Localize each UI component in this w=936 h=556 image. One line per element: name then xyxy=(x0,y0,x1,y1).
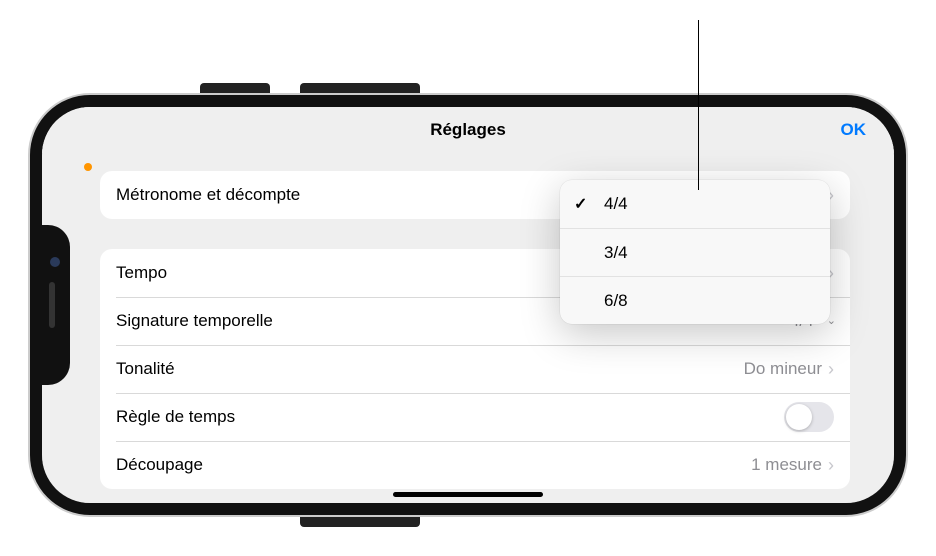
tempo-label: Tempo xyxy=(116,263,167,283)
timesig-option-label: 3/4 xyxy=(604,243,628,263)
timesig-label: Signature temporelle xyxy=(116,311,273,331)
ok-button[interactable]: OK xyxy=(841,107,867,153)
timesig-option-6-8[interactable]: 6/8 xyxy=(560,276,830,324)
ruler-label: Règle de temps xyxy=(116,407,235,427)
timesig-option-3-4[interactable]: 3/4 xyxy=(560,228,830,276)
timesig-option-4-4[interactable]: ✓ 4/4 xyxy=(560,180,830,228)
recording-indicator-icon xyxy=(84,163,92,171)
device-side-button-bottom xyxy=(300,515,420,527)
metronome-label: Métronome et décompte xyxy=(116,185,300,205)
snap-row[interactable]: Découpage 1 mesure › xyxy=(100,441,850,489)
timesig-option-label: 6/8 xyxy=(604,291,628,311)
ruler-toggle[interactable] xyxy=(784,402,834,432)
page-title: Réglages xyxy=(430,120,506,140)
nav-bar: Réglages OK xyxy=(42,107,894,153)
key-value: Do mineur xyxy=(744,359,822,379)
snap-value: 1 mesure xyxy=(751,455,822,475)
device-side-button-top xyxy=(300,83,420,95)
chevron-right-icon: › xyxy=(828,456,834,474)
home-indicator[interactable] xyxy=(393,492,543,497)
device-notch xyxy=(40,225,70,385)
callout-line xyxy=(698,20,699,190)
timesig-option-label: 4/4 xyxy=(604,194,628,214)
ruler-row: Règle de temps xyxy=(100,393,850,441)
timesig-popup: ✓ 4/4 3/4 6/8 xyxy=(560,180,830,324)
chevron-right-icon: › xyxy=(828,360,834,378)
key-row[interactable]: Tonalité Do mineur › xyxy=(100,345,850,393)
snap-label: Découpage xyxy=(116,455,203,475)
checkmark-icon: ✓ xyxy=(574,194,587,214)
device-volume-button xyxy=(200,83,270,95)
key-label: Tonalité xyxy=(116,359,175,379)
device-speaker xyxy=(49,282,55,328)
device-camera xyxy=(50,257,60,267)
